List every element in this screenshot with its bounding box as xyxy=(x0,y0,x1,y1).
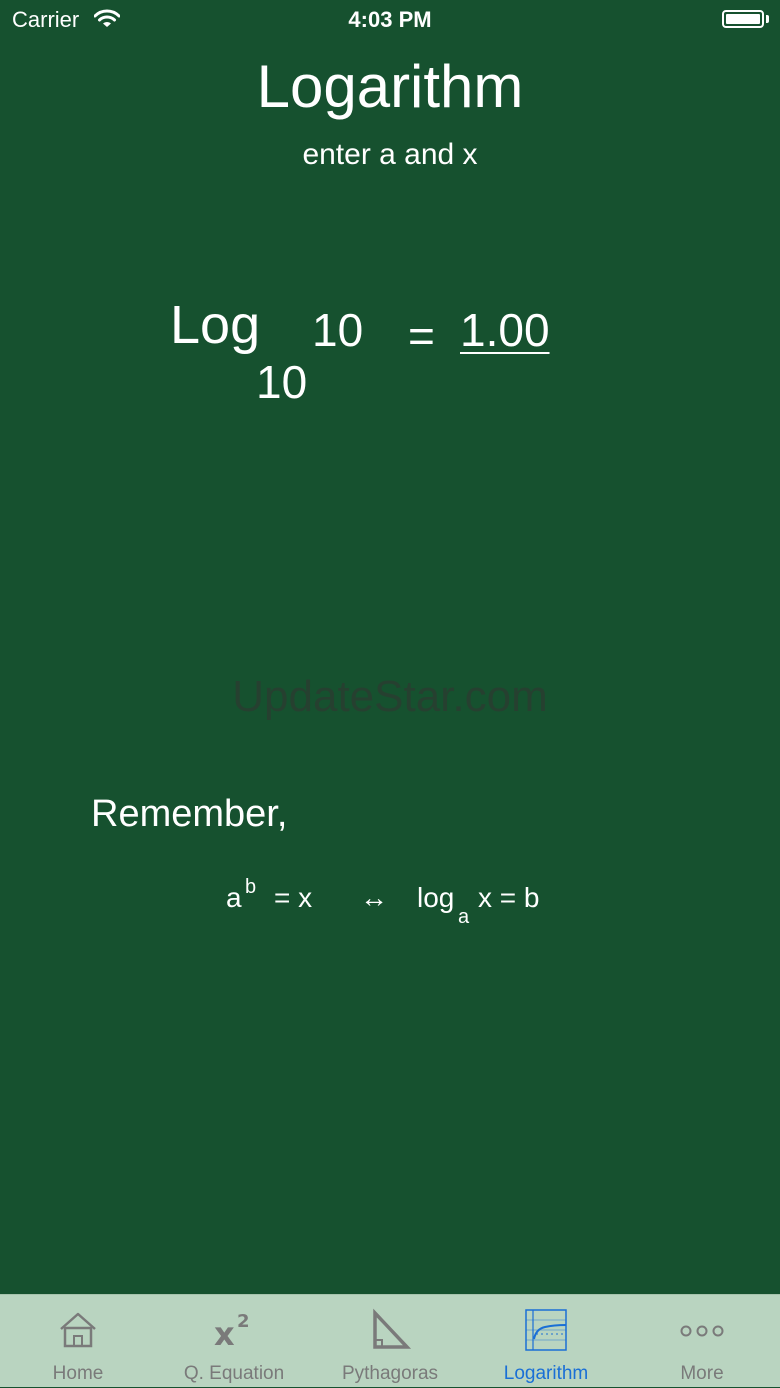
tab-q-equation[interactable]: x 2 Q. Equation xyxy=(156,1295,312,1388)
tab-logarithm-label: Logarithm xyxy=(503,1363,589,1384)
page-title: Logarithm xyxy=(256,53,524,120)
status-bar: Carrier 4:03 PM xyxy=(0,0,780,40)
x-input[interactable]: 10 xyxy=(312,304,363,356)
more-dots-icon xyxy=(680,1325,724,1337)
formula-log-base: a xyxy=(458,906,470,928)
tab-q-equation-label: Q. Equation xyxy=(183,1363,285,1384)
log-label: Log xyxy=(170,295,261,355)
battery-tip xyxy=(766,15,769,23)
clock: 4:03 PM xyxy=(348,7,432,32)
tab-pythagoras-label: Pythagoras xyxy=(341,1363,439,1384)
tab-pythagoras[interactable]: Pythagoras xyxy=(312,1295,468,1388)
triangle-icon xyxy=(373,1308,412,1349)
svg-text:x: x xyxy=(214,1315,235,1353)
tab-more-label: More xyxy=(680,1363,724,1384)
formula-log: log xyxy=(417,882,455,913)
watermark: UpdateStar.com xyxy=(232,672,548,721)
equals-sign: = xyxy=(408,310,435,362)
formula-left-exponent: b xyxy=(245,876,257,898)
x-squared-icon: x 2 xyxy=(214,1311,250,1353)
log-graph-icon xyxy=(525,1309,567,1351)
page-subtitle: enter a and x xyxy=(302,138,478,171)
tab-more[interactable]: More xyxy=(624,1295,780,1388)
tab-bar: Home x 2 Q. Equation Pythagoras Logarith… xyxy=(0,1294,780,1387)
formula-arrow: ↔ xyxy=(360,882,388,913)
tab-home-label: Home xyxy=(52,1363,104,1384)
battery-icon xyxy=(722,10,764,28)
base-input[interactable]: 10 xyxy=(256,356,307,408)
result-value: 1.00 xyxy=(460,304,550,356)
formula-right-rhs: x = b xyxy=(478,882,540,913)
formula-left-base: a xyxy=(226,882,242,913)
home-icon xyxy=(60,1312,96,1348)
reminder-heading: Remember, xyxy=(91,793,288,835)
svg-text:2: 2 xyxy=(237,1311,250,1332)
tab-logarithm[interactable]: Logarithm xyxy=(468,1295,624,1388)
tab-home[interactable]: Home xyxy=(0,1295,156,1388)
formula-left-rhs: = x xyxy=(274,882,313,913)
